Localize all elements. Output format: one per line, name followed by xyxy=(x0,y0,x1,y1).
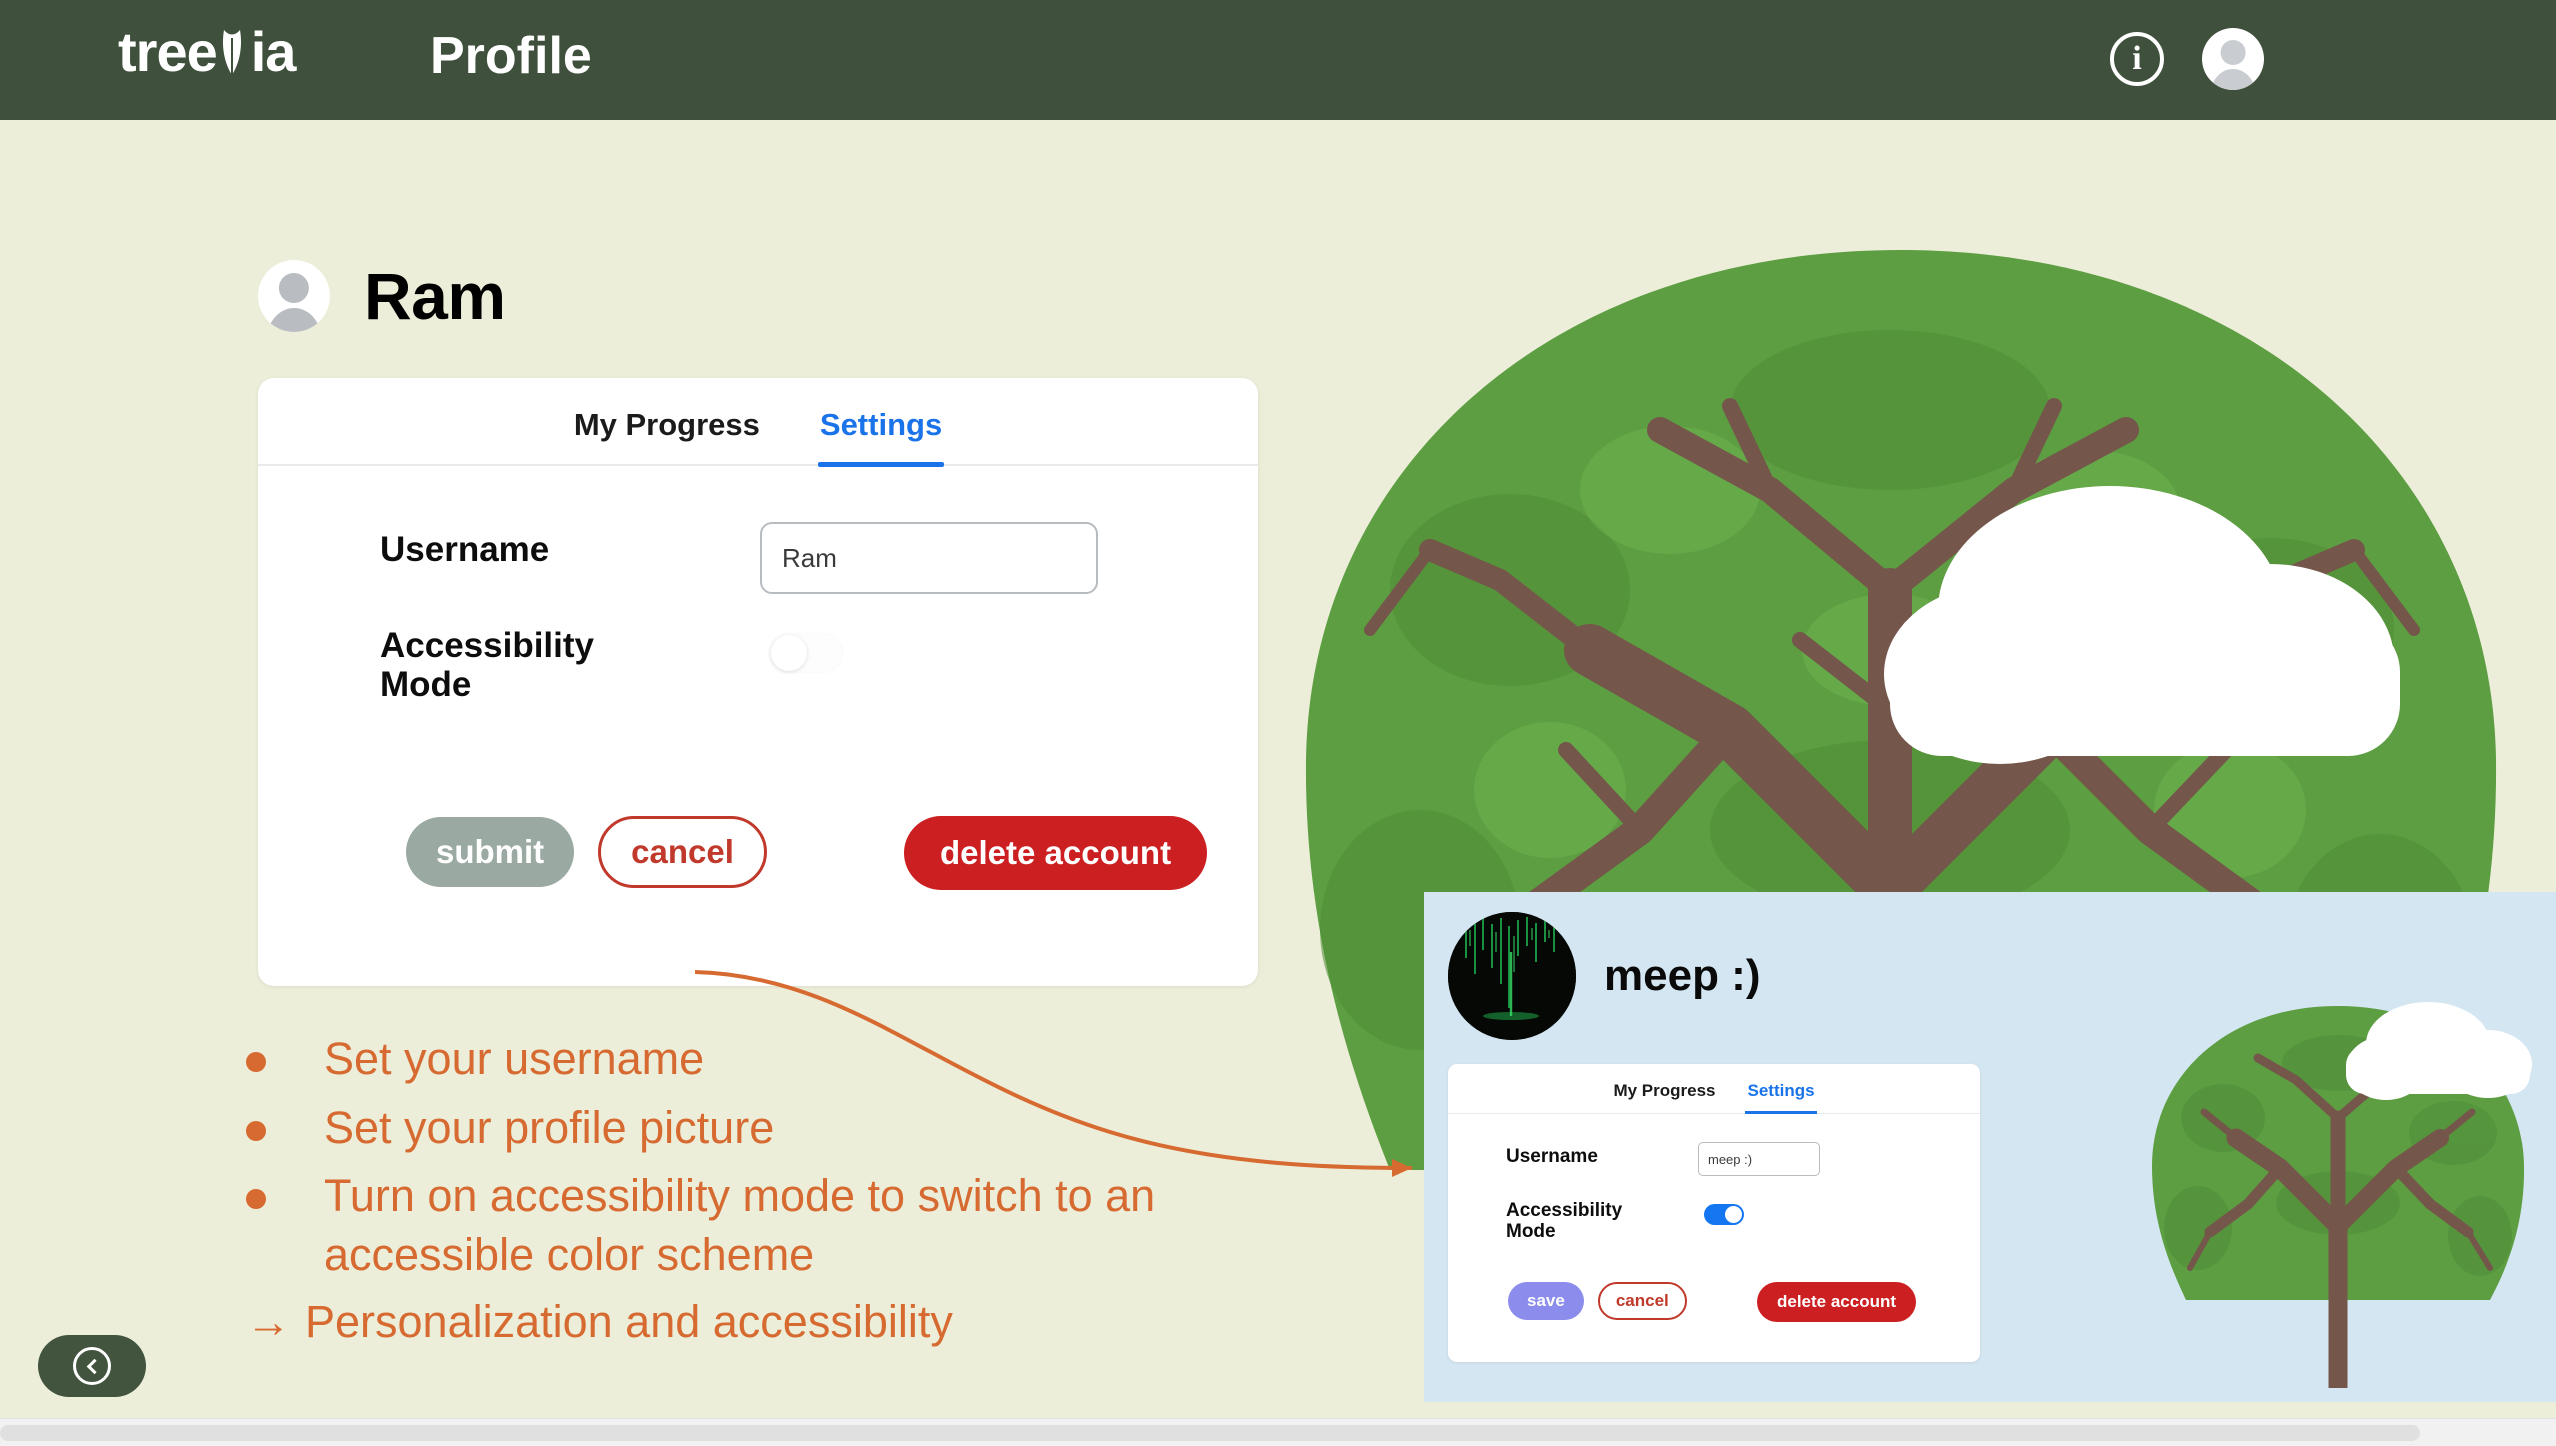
leaf-icon xyxy=(217,24,251,80)
inset-username-input[interactable] xyxy=(1698,1142,1820,1176)
inset-settings-card: My Progress Settings Username Accessibil… xyxy=(1448,1064,1980,1362)
scrollbar-thumb[interactable] xyxy=(0,1425,2420,1441)
list-item: Turn on accessibility mode to switch to … xyxy=(246,1167,1366,1284)
inset-accessibility-mode-toggle[interactable] xyxy=(1704,1204,1744,1225)
accessibility-field-row: Accessibility Mode xyxy=(380,626,842,704)
brand-logo[interactable]: tree ia xyxy=(118,20,297,83)
username-label: Username xyxy=(380,530,550,569)
profile-avatar[interactable] xyxy=(258,260,330,332)
profile-name: Ram xyxy=(364,259,506,333)
bullet-dot-icon xyxy=(246,1052,266,1072)
collapse-previous-button[interactable] xyxy=(38,1335,146,1397)
annotation-bullets: Set your username Set your profile pictu… xyxy=(246,1030,1366,1348)
conclusion-text: Personalization and accessibility xyxy=(305,1296,953,1347)
settings-card: My Progress Settings Username Accessibil… xyxy=(258,378,1258,986)
brand-logo-text-suffix: ia xyxy=(250,20,297,83)
top-navigation-bar: tree ia Profile i xyxy=(0,0,2556,120)
list-item: Set your profile picture xyxy=(246,1099,1366,1158)
cancel-button[interactable]: cancel xyxy=(598,816,767,888)
bullet-dot-icon xyxy=(246,1120,266,1141)
inset-accessibility-field-row: Accessibility Mode xyxy=(1506,1200,1744,1243)
accessibility-mode-toggle[interactable] xyxy=(770,634,842,672)
inset-toggle-knob xyxy=(1725,1206,1742,1223)
horizontal-scrollbar[interactable] xyxy=(0,1418,2556,1446)
username-input[interactable] xyxy=(760,522,1098,594)
bullet-text: Set your username xyxy=(324,1033,705,1084)
inset-profile-name: meep :) xyxy=(1604,951,1761,1000)
tab-my-progress[interactable]: My Progress xyxy=(572,393,762,465)
tab-settings[interactable]: Settings xyxy=(817,393,945,467)
inset-tab-my-progress[interactable]: My Progress xyxy=(1611,1075,1717,1113)
bullet-text: Turn on accessibility mode to switch to … xyxy=(324,1170,1156,1280)
annotation-conclusion: → Personalization and accessibility xyxy=(246,1296,1366,1348)
inset-action-buttons: save cancel delete account xyxy=(1508,1282,1917,1322)
delete-account-button[interactable]: delete account xyxy=(904,816,1208,890)
inset-username-field-row: Username xyxy=(1506,1142,1820,1176)
inset-delete-account-button[interactable]: delete account xyxy=(1757,1282,1917,1322)
app-root: tree ia Profile i Ram My Progress Setting… xyxy=(0,0,2556,1446)
inset-cancel-button[interactable]: cancel xyxy=(1597,1282,1687,1320)
matrix-avatar-icon[interactable] xyxy=(1448,912,1576,1040)
accessibility-mode-label: Accessibility Mode xyxy=(380,626,594,705)
inset-save-button[interactable]: save xyxy=(1508,1282,1584,1320)
submit-button[interactable]: submit xyxy=(406,817,575,887)
inset-username-label: Username xyxy=(1506,1146,1598,1167)
inset-tab-settings[interactable]: Settings xyxy=(1745,1075,1817,1114)
chevron-left-circle-icon xyxy=(73,1347,111,1385)
card-action-buttons: submit cancel delete account xyxy=(406,816,1208,890)
bullet-dot-icon xyxy=(246,1189,266,1209)
inset-accessibility-mode-label: Accessibility Mode xyxy=(1506,1200,1623,1243)
username-field-row: Username xyxy=(380,522,1098,594)
inset-preview-panel: meep :) My Progress Settings Username Ac… xyxy=(1424,892,2556,1402)
user-avatar-icon[interactable] xyxy=(2202,28,2264,90)
bullet-text: Set your profile picture xyxy=(324,1101,775,1153)
right-arrow-icon: → xyxy=(246,1296,291,1347)
info-circle-icon[interactable]: i xyxy=(2110,32,2164,86)
inset-tree-illustration xyxy=(2152,1002,2532,1388)
toggle-knob xyxy=(771,635,807,671)
list-item: Set your username xyxy=(246,1030,1366,1089)
page-title: Profile xyxy=(430,27,592,85)
inset-profile-heading: meep :) xyxy=(1448,912,1760,1040)
brand-logo-text-prefix: tree xyxy=(118,20,218,83)
profile-heading: Ram xyxy=(258,258,506,334)
chevron-left-glyph xyxy=(86,1358,102,1374)
nav-actions: i xyxy=(2110,28,2264,90)
card-tab-bar: My Progress Settings xyxy=(258,378,1258,467)
inset-tab-bar: My Progress Settings xyxy=(1448,1064,1980,1114)
